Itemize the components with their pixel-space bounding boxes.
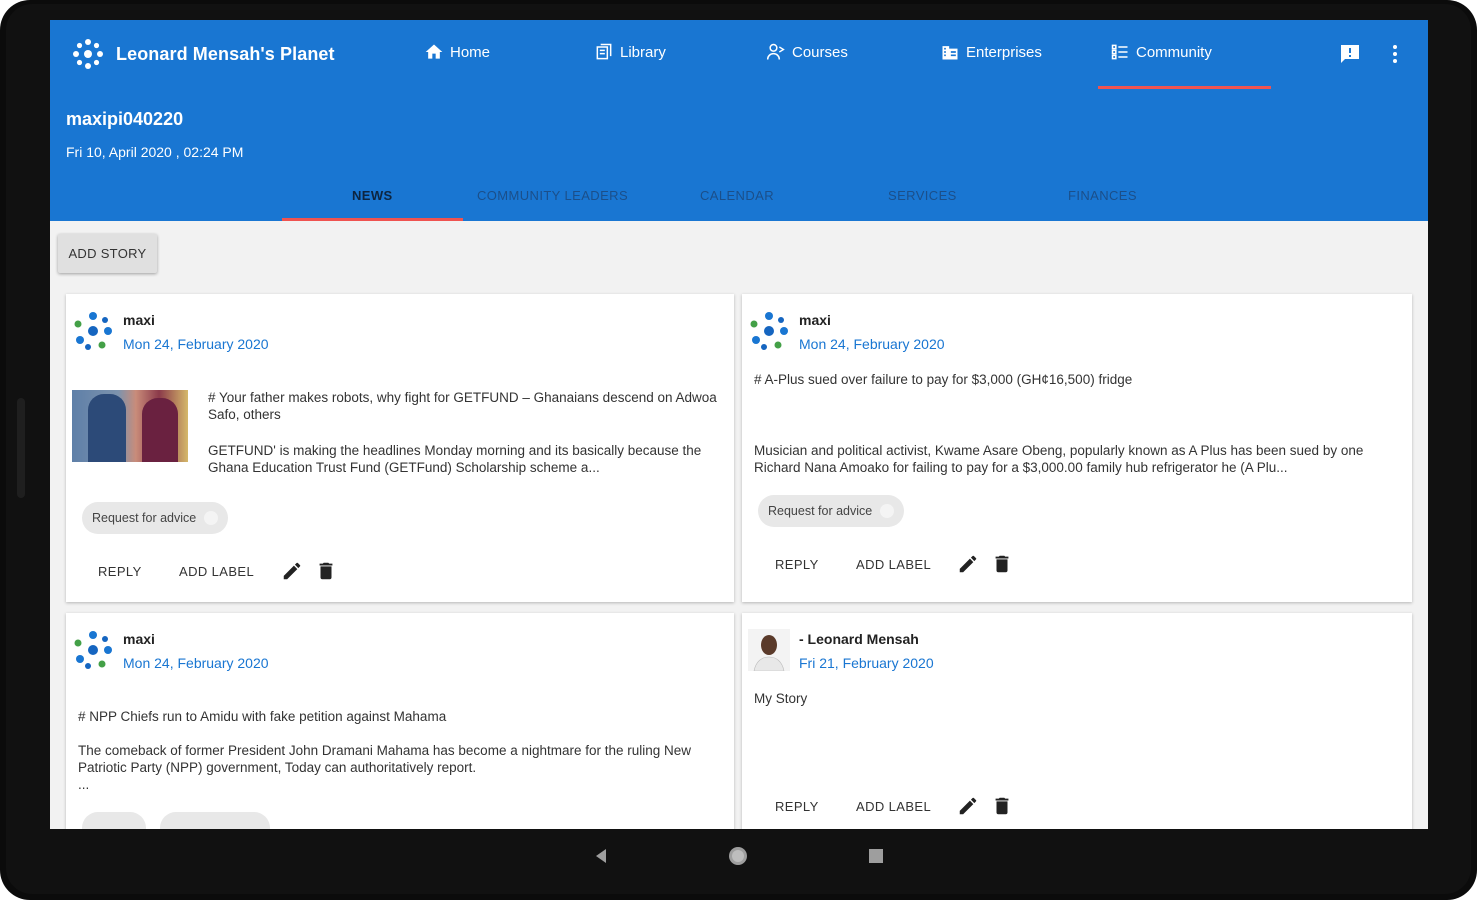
nav-community-label: Community [1136, 43, 1212, 61]
post-date: Fri 21, February 2020 [799, 655, 934, 671]
nav-courses[interactable]: Courses [766, 42, 848, 62]
app-title: Leonard Mensah's Planet [116, 43, 335, 64]
community-logo-icon [750, 312, 788, 350]
recents-icon[interactable] [868, 848, 884, 864]
tab-news[interactable]: News [352, 188, 393, 203]
tab-active-indicator [282, 218, 463, 221]
nav-active-indicator [1098, 86, 1271, 89]
chip-label: Request for advice [92, 511, 197, 525]
nav-library[interactable]: Library [594, 42, 666, 62]
user-name: maxipi040220 [66, 109, 184, 129]
post-author[interactable]: maxi [123, 631, 155, 647]
tab-finances[interactable]: Finances [1068, 188, 1137, 203]
system-navigation-bar [0, 829, 1477, 889]
community-icon [1111, 44, 1128, 60]
post-headline: # NPP Chiefs run to Amidu with fake peti… [78, 709, 447, 724]
community-logo-icon [74, 312, 112, 350]
add-label-button[interactable]: ADD LABEL [856, 799, 931, 814]
news-card: maxi Mon 24, February 2020 # NPP Chiefs … [66, 613, 734, 829]
post-author[interactable]: maxi [123, 312, 155, 328]
post-headline: # A-Plus sued over failure to pay for $3… [754, 372, 1133, 387]
tablet-frame: Leonard Mensah's Planet Home Library Cou… [0, 0, 1477, 900]
delete-icon[interactable] [315, 560, 337, 582]
home-circle-icon[interactable] [727, 845, 749, 867]
delete-icon[interactable] [991, 795, 1013, 817]
post-author[interactable]: - Leonard Mensah [799, 631, 919, 647]
home-icon [425, 44, 443, 59]
brand[interactable]: Leonard Mensah's Planet [72, 38, 335, 70]
enterprises-icon [942, 46, 958, 60]
post-ellipsis: ... [78, 777, 90, 792]
edit-icon[interactable] [957, 795, 979, 817]
nav-library-label: Library [620, 43, 666, 61]
add-label-button[interactable]: ADD LABEL [856, 557, 931, 572]
chip-label: Request for advice [768, 504, 873, 518]
post-headline: # Your father makes robots, why fight fo… [208, 390, 717, 422]
news-card: - Leonard Mensah Fri 21, February 2020 M… [742, 613, 1412, 829]
planet-logo-icon [73, 39, 103, 69]
post-body: GETFUND' is making the headlines Monday … [208, 443, 702, 475]
news-card: maxi Mon 24, February 2020 # Your father… [66, 294, 734, 602]
label-chip[interactable]: Request for advice [82, 502, 229, 534]
post-author[interactable]: maxi [799, 312, 831, 328]
nav-home[interactable]: Home [424, 42, 490, 62]
community-logo-icon [74, 631, 112, 669]
chip-remove-icon[interactable] [880, 504, 895, 518]
post-body: The comeback of former President John Dr… [78, 743, 692, 775]
nav-courses-label: Courses [792, 43, 848, 61]
reply-button[interactable]: REPLY [775, 799, 819, 814]
label-chip[interactable] [82, 812, 146, 829]
add-story-button[interactable]: ADD STORY [58, 234, 157, 273]
post-body: Musician and political activist, Kwame A… [754, 443, 1364, 475]
current-datetime: Fri 10, April 2020 , 02:24 PM [66, 144, 244, 160]
post-date: Mon 24, February 2020 [123, 655, 269, 671]
nav-enterprises[interactable]: Enterprises [940, 42, 1042, 62]
courses-icon [766, 43, 785, 60]
reply-button[interactable]: REPLY [98, 564, 142, 579]
tablet-side-button [17, 398, 25, 498]
post-date: Mon 24, February 2020 [123, 336, 269, 352]
reply-button[interactable]: REPLY [775, 557, 819, 572]
edit-icon[interactable] [957, 553, 979, 575]
add-label-button[interactable]: ADD LABEL [179, 564, 254, 579]
chip-remove-icon[interactable] [204, 511, 219, 525]
tab-services[interactable]: Services [888, 188, 957, 203]
tab-calendar[interactable]: Calendar [700, 188, 774, 203]
back-icon[interactable] [592, 847, 610, 865]
label-chip[interactable] [160, 812, 270, 829]
label-chip[interactable]: Request for advice [758, 495, 905, 527]
delete-icon[interactable] [991, 553, 1013, 575]
library-icon [596, 43, 612, 60]
news-thumbnail[interactable] [72, 390, 188, 462]
tab-community-leaders[interactable]: Community Leaders [477, 188, 628, 203]
more-vert-icon[interactable] [1383, 42, 1407, 66]
news-card: maxi Mon 24, February 2020 # A-Plus sued… [742, 294, 1412, 602]
feedback-icon[interactable] [1338, 42, 1362, 66]
nav-community[interactable]: Community [1110, 42, 1212, 62]
user-avatar [748, 629, 790, 671]
nav-enterprises-label: Enterprises [966, 43, 1042, 61]
edit-icon[interactable] [281, 560, 303, 582]
app-screen: Leonard Mensah's Planet Home Library Cou… [50, 20, 1428, 829]
post-body: My Story [754, 691, 808, 706]
nav-home-label: Home [450, 43, 491, 61]
app-header: Leonard Mensah's Planet Home Library Cou… [50, 20, 1428, 221]
post-date: Mon 24, February 2020 [799, 336, 945, 352]
